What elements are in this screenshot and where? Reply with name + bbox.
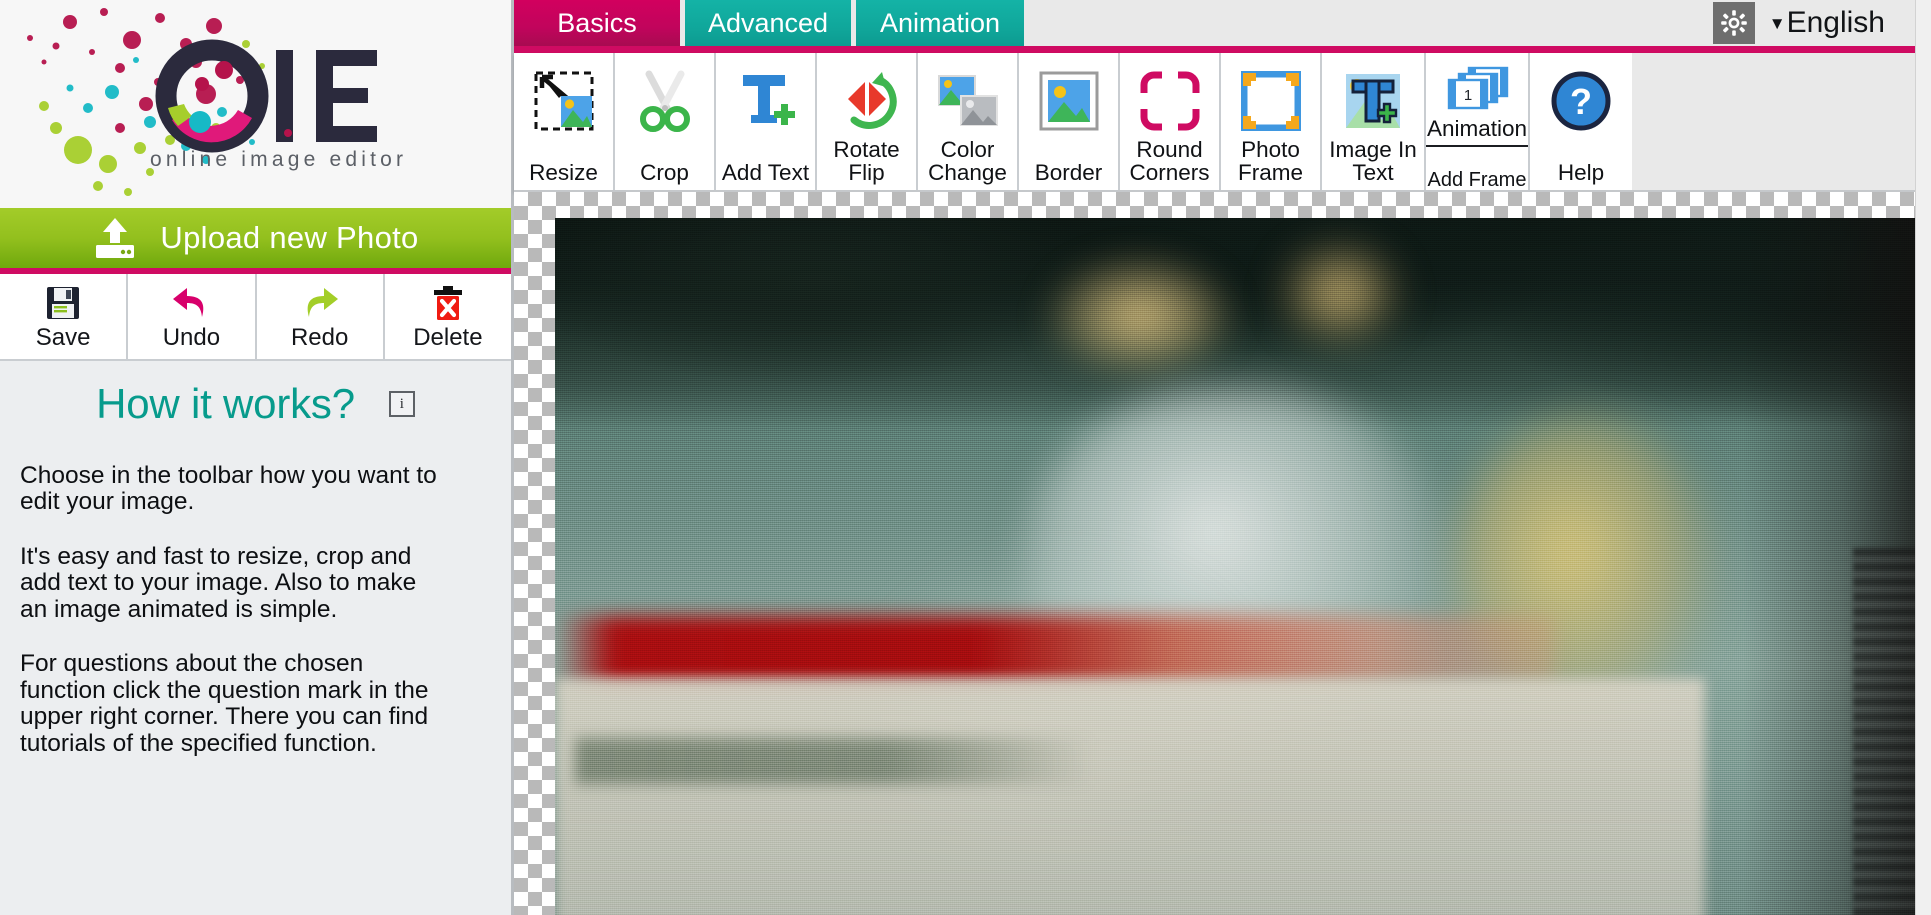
tool-label: Photo Frame (1237, 137, 1303, 185)
color-change-icon (937, 66, 999, 136)
text-plus-icon (737, 66, 795, 136)
tool-add-text[interactable]: Add Text (716, 53, 817, 190)
logo-panel: online image editor (0, 0, 511, 208)
tool-label: Image In Text (1329, 137, 1417, 185)
canvas-area[interactable] (514, 192, 1931, 915)
upload-button-label: Upload new Photo (160, 220, 419, 255)
redo-arrow-icon (300, 283, 340, 323)
tool-animation[interactable]: 1 Animation Add Frame Current 0 (1426, 53, 1530, 230)
svg-text:1: 1 (1464, 87, 1472, 104)
undo-button[interactable]: Undo (128, 274, 257, 359)
edited-photo[interactable] (555, 218, 1931, 915)
round-corners-icon (1140, 66, 1200, 136)
framed-image-icon (1039, 66, 1099, 136)
save-button[interactable]: Save (0, 274, 129, 359)
topbar-right-controls: ▼ English (1712, 0, 1931, 46)
help-paragraph-3: For questions about the chosen function … (20, 650, 429, 757)
tool-label: Round Corners (1129, 137, 1210, 185)
redo-label: Redo (290, 324, 349, 351)
language-selector[interactable]: ▼ English (1769, 8, 1885, 38)
help-paragraph-1: Choose in the toolbar how you want to ed… (20, 462, 437, 516)
undo-arrow-icon (171, 283, 211, 323)
gear-icon[interactable] (1712, 2, 1755, 44)
floppy-disk-icon (45, 283, 81, 323)
sidebar: online image editor Upload new Photo Sav… (0, 0, 514, 915)
svg-text:?: ? (1570, 81, 1592, 122)
tool-label: Border (1034, 159, 1103, 185)
image-in-text-icon (1344, 66, 1402, 136)
tool-crop[interactable]: Crop (615, 53, 716, 190)
how-it-works-title: How it works? (96, 380, 355, 427)
tool-label: Color Change (928, 137, 1007, 185)
tool-label: Rotate Flip (833, 137, 900, 185)
language-label: English (1786, 6, 1885, 39)
tool-round-corners[interactable]: Round Corners (1120, 53, 1221, 190)
tool-label: Add Text (721, 159, 810, 185)
tool-photo-frame[interactable]: Photo Frame (1221, 53, 1322, 190)
upload-icon (92, 217, 138, 259)
delete-button[interactable]: Delete (384, 274, 511, 359)
tool-resize[interactable]: Resize (514, 53, 615, 190)
main-area: Basics Advanced Animation ▼ English Resi… (514, 0, 1931, 915)
tool-rotate-flip[interactable]: Rotate Flip (817, 53, 918, 190)
redo-button[interactable]: Redo (256, 274, 385, 359)
tool-image-in-text[interactable]: Image In Text (1322, 53, 1426, 190)
logo-tagline: online image editor (150, 148, 408, 171)
logo-graphic (27, 8, 377, 196)
tool-border[interactable]: Border (1019, 53, 1120, 190)
chevron-down-icon: ▼ (1768, 13, 1786, 33)
accent-bar (514, 46, 1931, 53)
page-scrollbar[interactable] (1915, 0, 1931, 915)
tab-animation[interactable]: Animation (856, 0, 1024, 46)
film-frames-icon: 1 (1443, 66, 1511, 116)
add-frame-line1: Add Frame (1427, 168, 1527, 191)
editor-actions-row: Save Undo Redo Delete (0, 274, 511, 361)
toolbar-filler (1632, 53, 1931, 190)
resize-image-icon (533, 66, 595, 136)
app-root: online image editor Upload new Photo Sav… (0, 0, 1931, 915)
tab-advanced[interactable]: Advanced (685, 0, 851, 46)
tool-label: Resize (529, 159, 598, 185)
question-mark-icon: ? (1551, 66, 1611, 136)
photo-grain (555, 218, 1931, 915)
how-it-works-panel: How it works? i Choose in the toolbar ho… (0, 361, 511, 915)
save-label: Save (35, 324, 91, 351)
rotate-flip-icon (834, 66, 900, 136)
tool-color-change[interactable]: Color Change (918, 53, 1019, 190)
tool-help[interactable]: ? Help (1530, 53, 1632, 190)
tab-bar: Basics Advanced Animation ▼ English (514, 0, 1931, 46)
scissors-icon (636, 66, 694, 136)
info-icon[interactable]: i (388, 391, 415, 417)
tool-label: Help (1557, 159, 1605, 185)
oie-logo: online image editor (0, 0, 511, 208)
animation-label: Animation (1426, 116, 1528, 141)
how-it-works-header: How it works? i (20, 383, 491, 425)
photo-frame-icon (1240, 66, 1301, 136)
tool-toolbar: Resize Crop Add Text Rotate Flip Color C… (514, 53, 1931, 230)
help-paragraph-2: It's easy and fast to resize, crop and a… (20, 542, 417, 623)
undo-label: Undo (162, 324, 221, 351)
upload-new-photo-button[interactable]: Upload new Photo (0, 208, 511, 274)
tool-label: Crop (640, 159, 689, 185)
delete-label: Delete (413, 324, 483, 351)
trash-can-icon (431, 283, 465, 323)
tab-basics[interactable]: Basics (514, 0, 680, 46)
